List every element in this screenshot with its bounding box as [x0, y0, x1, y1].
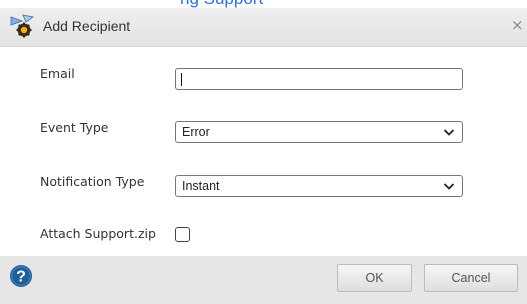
close-icon[interactable]: ×	[511, 16, 524, 34]
dialog-title: Add Recipient	[43, 18, 131, 34]
event-type-value: Error	[182, 125, 210, 139]
dialog-footer: ? OK Cancel	[0, 256, 527, 304]
notification-type-select[interactable]: Instant	[175, 175, 463, 197]
email-field[interactable]	[175, 68, 463, 90]
background-link-strip: ng Support	[0, 0, 527, 8]
notification-type-value: Instant	[182, 179, 220, 193]
email-label: Email	[40, 66, 75, 81]
background-link: ng Support	[180, 0, 263, 8]
cancel-button[interactable]: Cancel	[424, 264, 518, 292]
recipient-icon	[10, 14, 34, 38]
attach-support-label: Attach Support.zip	[40, 226, 156, 241]
text-caret	[181, 73, 182, 86]
notification-type-label: Notification Type	[40, 174, 145, 189]
help-icon[interactable]: ?	[9, 264, 33, 288]
chevron-down-icon	[443, 129, 455, 136]
attach-support-checkbox[interactable]	[175, 227, 190, 242]
dialog-titlebar: Add Recipient ×	[0, 8, 527, 47]
event-type-label: Event Type	[40, 120, 109, 135]
chevron-down-icon	[443, 183, 455, 190]
svg-text:?: ?	[16, 269, 26, 286]
event-type-select[interactable]: Error	[175, 121, 463, 143]
ok-button[interactable]: OK	[337, 264, 412, 292]
